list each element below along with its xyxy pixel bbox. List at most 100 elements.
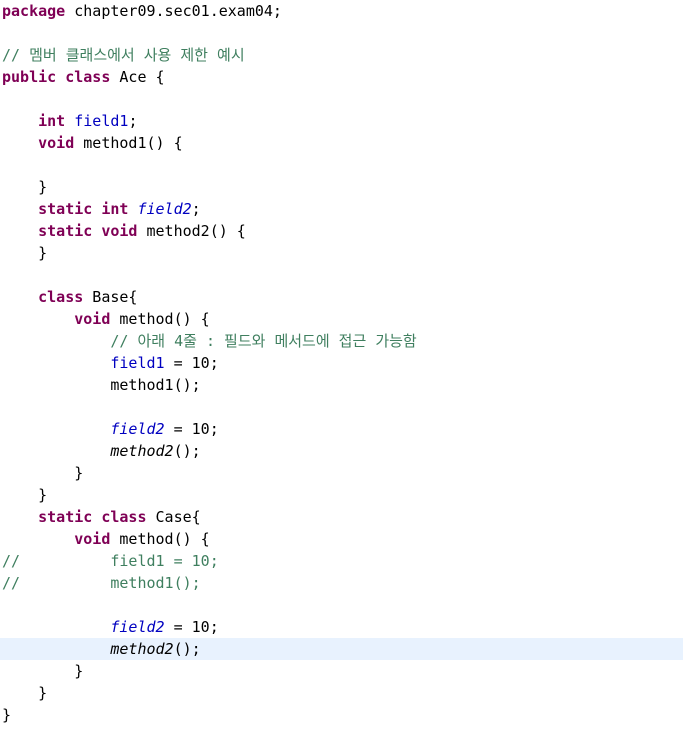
- code-token: }: [2, 706, 12, 724]
- code-token: Case{: [146, 508, 201, 526]
- code-token: package: [2, 2, 66, 20]
- code-token: class: [65, 68, 111, 86]
- code-token: = 10;: [164, 420, 219, 438]
- code-line[interactable]: method2();: [0, 440, 683, 462]
- code-token: void: [74, 310, 111, 328]
- code-token: Ace {: [110, 68, 165, 86]
- code-line[interactable]: // field1 = 10;: [0, 550, 683, 572]
- code-token: static: [38, 222, 93, 240]
- code-line[interactable]: field1 = 10;: [0, 352, 683, 374]
- code-token: method1();: [2, 376, 201, 394]
- code-token: static: [38, 508, 93, 526]
- code-token: field2: [137, 200, 192, 218]
- code-line[interactable]: void method1() {: [0, 132, 683, 154]
- current-code-line[interactable]: method2();: [0, 638, 683, 660]
- code-line[interactable]: }: [0, 176, 683, 198]
- code-line[interactable]: }: [0, 462, 683, 484]
- code-line[interactable]: [0, 88, 683, 110]
- code-token: }: [2, 684, 48, 702]
- code-line[interactable]: // method1();: [0, 572, 683, 594]
- code-line[interactable]: field2 = 10;: [0, 616, 683, 638]
- code-line[interactable]: public class Ace {: [0, 66, 683, 88]
- code-line[interactable]: }: [0, 704, 683, 726]
- code-token: method2: [110, 442, 174, 460]
- code-line[interactable]: [0, 594, 683, 616]
- code-token: method() {: [110, 530, 210, 548]
- code-token: method() {: [110, 310, 210, 328]
- code-token: method2: [110, 640, 174, 658]
- code-token: int: [101, 200, 129, 218]
- code-line[interactable]: }: [0, 484, 683, 506]
- code-token: field2: [110, 420, 165, 438]
- code-token: Base{: [83, 288, 138, 306]
- code-token: int: [38, 112, 66, 130]
- code-token: ();: [173, 442, 201, 460]
- code-token: static: [38, 200, 93, 218]
- code-token: = 10;: [164, 354, 219, 372]
- code-token: void: [38, 134, 75, 152]
- code-token: void: [101, 222, 138, 240]
- code-line[interactable]: method1();: [0, 374, 683, 396]
- code-token: field1: [110, 354, 165, 372]
- code-token: }: [2, 244, 48, 262]
- code-token: }: [2, 178, 48, 196]
- code-token: chapter09.sec01.exam04;: [65, 2, 282, 20]
- code-token: }: [2, 486, 48, 504]
- code-line[interactable]: static int field2;: [0, 198, 683, 220]
- code-line[interactable]: }: [0, 242, 683, 264]
- code-line[interactable]: static class Case{: [0, 506, 683, 528]
- code-line[interactable]: [0, 154, 683, 176]
- code-token: method1() {: [74, 134, 183, 152]
- code-token: // field1 = 10;: [2, 552, 219, 570]
- code-token: }: [2, 662, 84, 680]
- code-token: }: [2, 464, 84, 482]
- code-token: class: [38, 288, 84, 306]
- code-token: field1: [74, 112, 129, 130]
- code-line[interactable]: // 아래 4줄 : 필드와 메서드에 접근 가능함: [0, 330, 683, 352]
- code-line[interactable]: // 멤버 클래스에서 사용 제한 예시: [0, 44, 683, 66]
- code-token: class: [101, 508, 147, 526]
- code-line[interactable]: class Base{: [0, 286, 683, 308]
- code-line[interactable]: }: [0, 682, 683, 704]
- code-line[interactable]: package chapter09.sec01.exam04;: [0, 0, 683, 22]
- code-line[interactable]: field2 = 10;: [0, 418, 683, 440]
- code-line[interactable]: void method() {: [0, 528, 683, 550]
- code-token: // 멤버 클래스에서 사용 제한 예시: [2, 46, 245, 64]
- code-editor[interactable]: package chapter09.sec01.exam04; // 멤버 클래스…: [0, 0, 683, 748]
- code-line[interactable]: [0, 396, 683, 418]
- code-token: method2() {: [137, 222, 246, 240]
- code-line[interactable]: static void method2() {: [0, 220, 683, 242]
- code-token: ();: [173, 640, 201, 658]
- code-token: public: [2, 68, 57, 86]
- code-token: field2: [110, 618, 165, 636]
- code-line[interactable]: }: [0, 660, 683, 682]
- code-token: = 10;: [164, 618, 219, 636]
- code-line[interactable]: [0, 264, 683, 286]
- code-line[interactable]: void method() {: [0, 308, 683, 330]
- code-token: // 아래 4줄 : 필드와 메서드에 접근 가능함: [110, 332, 417, 350]
- code-token: // method1();: [2, 574, 201, 592]
- code-line[interactable]: int field1;: [0, 110, 683, 132]
- code-line[interactable]: [0, 22, 683, 44]
- code-token: ;: [191, 200, 201, 218]
- code-token: void: [74, 530, 111, 548]
- code-token: ;: [128, 112, 138, 130]
